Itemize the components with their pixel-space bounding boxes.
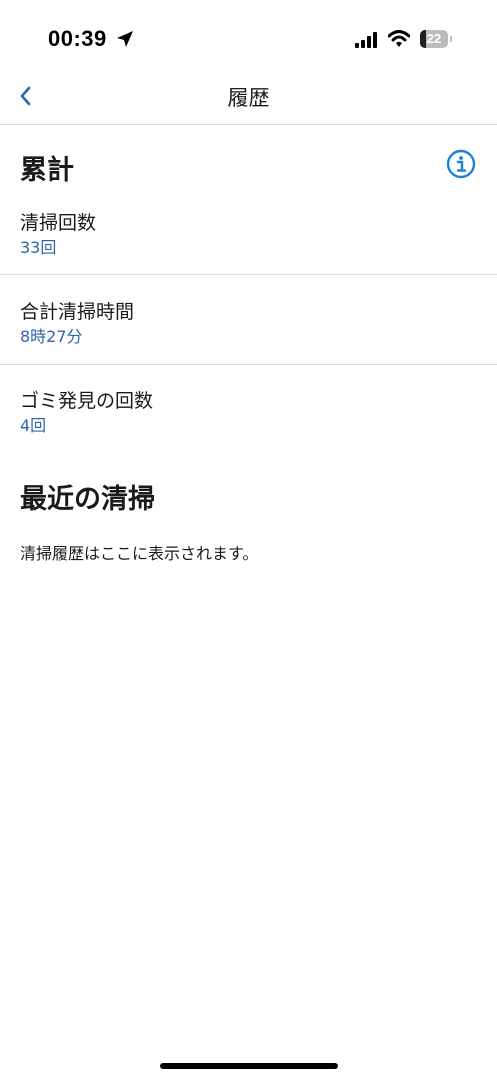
recent-header: 最近の清掃 — [20, 484, 155, 515]
home-indicator — [160, 1063, 338, 1069]
stat-row-total-time: 合計清掃時間 8時27分 — [0, 297, 497, 365]
page-title: 履歴 — [227, 86, 270, 110]
stat-label: 清掃回数 — [20, 212, 97, 234]
status-bar: 00:39 22 — [0, 0, 497, 80]
empty-history-message: 清掃履歴はここに表示されます。 — [20, 544, 259, 563]
status-time: 00:39 — [48, 26, 107, 51]
stat-label: 合計清掃時間 — [20, 301, 135, 323]
stat-row-cleaning-count: 清掃回数 33回 — [0, 208, 497, 275]
location-arrow-icon — [117, 31, 133, 47]
battery-indicator: 22 — [420, 30, 452, 48]
cellular-signal-icon — [355, 32, 377, 48]
stat-value: 33回 — [20, 238, 57, 257]
history-screen: 00:39 22 履歴 累計 清掃回数 33回 合計清掃時間 8時27分 ゴミ発… — [0, 0, 497, 1080]
battery-cap — [450, 36, 452, 42]
stat-label: ゴミ発見の回数 — [20, 390, 154, 412]
totals-header: 累計 — [20, 155, 74, 186]
stat-value: 8時27分 — [20, 327, 83, 346]
wifi-icon — [388, 30, 410, 47]
battery-body: 22 — [420, 30, 448, 48]
info-icon[interactable] — [446, 149, 476, 179]
stat-row-debris-found: ゴミ発見の回数 4回 — [0, 386, 497, 446]
battery-level: 22 — [426, 31, 442, 46]
navigation-bar: 履歴 — [0, 70, 497, 125]
stat-value: 4回 — [20, 416, 47, 435]
